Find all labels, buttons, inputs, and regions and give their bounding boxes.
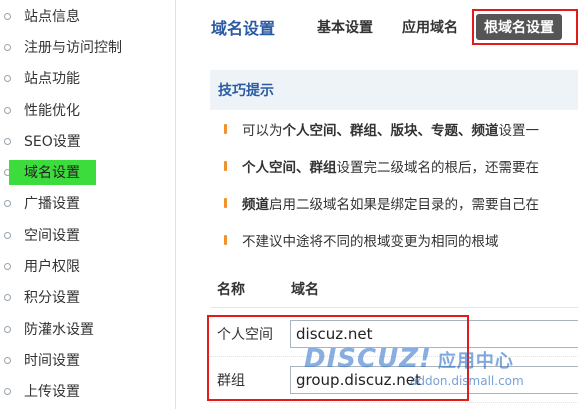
sidebar-item-label: 防灌水设置 — [24, 321, 94, 338]
column-header-domain: 域名 — [291, 281, 319, 298]
bullet-icon — [4, 200, 11, 208]
bullet-icon — [4, 12, 11, 20]
tip-line: 不建议中途将不同的根域变更为相同的根域 — [210, 221, 578, 258]
tip-text: 设置一 — [498, 122, 540, 139]
tip-bullet-icon — [224, 123, 227, 134]
tip-keyword: 个人空间、群组 — [242, 159, 337, 176]
bullet-icon — [4, 388, 11, 396]
sidebar-item-label: 注册与访问控制 — [24, 39, 122, 56]
tip-line: 频道 启用二级域名如果是绑定目录的，需要自己在 — [210, 184, 578, 221]
sidebar-item[interactable]: SEO设置 — [0, 125, 175, 156]
page-title: 域名设置 — [211, 19, 276, 38]
bullet-icon — [4, 43, 11, 51]
sidebar-item-label: 广播设置 — [24, 196, 80, 213]
highlight-box-tab — [472, 9, 578, 45]
tips-title: 技巧提示 — [210, 70, 578, 110]
sidebar-item-label: 积分设置 — [24, 290, 80, 307]
bullet-icon — [4, 106, 11, 114]
bullet-icon — [4, 263, 11, 271]
bullet-icon — [4, 75, 11, 83]
sidebar-item[interactable]: 注册与访问控制 — [0, 31, 175, 62]
tab-app-domain[interactable]: 应用域名 — [402, 17, 458, 37]
sidebar-item[interactable]: 站点功能 — [0, 63, 175, 94]
tab-basic-settings[interactable]: 基本设置 — [317, 17, 373, 37]
column-header-name: 名称 — [217, 281, 245, 298]
sidebar-item[interactable]: 性能优化 — [0, 94, 175, 125]
tip-text: 不建议中途将不同的根域变更为相同的根域 — [242, 233, 499, 250]
tip-bullet-icon — [224, 197, 227, 208]
sidebar-item-label: 上传设置 — [24, 384, 80, 401]
sidebar-item[interactable]: 时间设置 — [0, 344, 175, 375]
sidebar-item-label: 域名设置 — [9, 159, 96, 185]
bullet-icon — [4, 294, 11, 302]
sidebar-menu: 站点信息注册与访问控制 站点功能性能优化 SEO设置域名设置广播设置空间设置用户权限… — [0, 0, 175, 407]
sidebar-item-label: 性能优化 — [24, 102, 80, 119]
sidebar-item[interactable]: 广播设置 — [0, 188, 175, 219]
sidebar-item-label: 站点信息 — [24, 8, 80, 25]
sidebar-item[interactable]: 防灌水设置 — [0, 313, 175, 344]
sidebar-item-label: SEO设置 — [24, 133, 81, 150]
sidebar-item[interactable]: 域名设置 — [0, 156, 175, 187]
sidebar-item-label: 时间设置 — [24, 352, 80, 369]
bullet-icon — [4, 325, 11, 333]
tip-bullet-icon — [224, 160, 227, 171]
table-header: 名称 域名 — [210, 270, 578, 308]
tips-panel: 技巧提示 可以为 个人空间、群组、版块、专题、频道 设置一 个人空间、群组 设置完二级域… — [210, 70, 578, 260]
tip-bullet-icon — [224, 234, 227, 245]
sidebar-item-label: 空间设置 — [24, 227, 80, 244]
sidebar-item-label: 用户权限 — [24, 259, 80, 276]
bullet-icon — [4, 137, 11, 145]
sidebar-item[interactable]: 积分设置 — [0, 282, 175, 313]
tip-text: 设置完二级域名的根后，还需要在 — [336, 159, 540, 176]
sidebar-item[interactable]: 用户权限 — [0, 250, 175, 281]
tip-keyword: 个人空间、群组、版块、专题、频道 — [282, 122, 499, 139]
tip-text: 可以为 — [242, 122, 283, 139]
tip-line: 可以为 个人空间、群组、版块、专题、频道 设置一 — [210, 110, 578, 147]
sidebar-item[interactable]: 上传设置 — [0, 376, 175, 407]
sidebar: 站点信息注册与访问控制 站点功能性能优化 SEO设置域名设置广播设置空间设置用户权限… — [0, 0, 176, 409]
sidebar-item[interactable]: 空间设置 — [0, 219, 175, 250]
sidebar-item[interactable]: 站点信息 — [0, 0, 175, 31]
tip-keyword: 频道 — [242, 196, 269, 213]
bullet-icon — [4, 231, 11, 239]
bullet-icon — [4, 356, 11, 364]
tip-line: 个人空间、群组 设置完二级域名的根后，还需要在 — [210, 147, 578, 184]
tab-bar: 域名设置 基本设置 应用域名 根域名设置 — [186, 0, 578, 54]
tips-list: 可以为 个人空间、群组、版块、专题、频道 设置一 个人空间、群组 设置完二级域名的根后，… — [210, 110, 578, 258]
tip-text: 启用二级域名如果是绑定目录的，需要自己在 — [269, 196, 539, 213]
sidebar-item-label: 站点功能 — [24, 71, 80, 88]
highlight-box-rows — [207, 315, 469, 401]
